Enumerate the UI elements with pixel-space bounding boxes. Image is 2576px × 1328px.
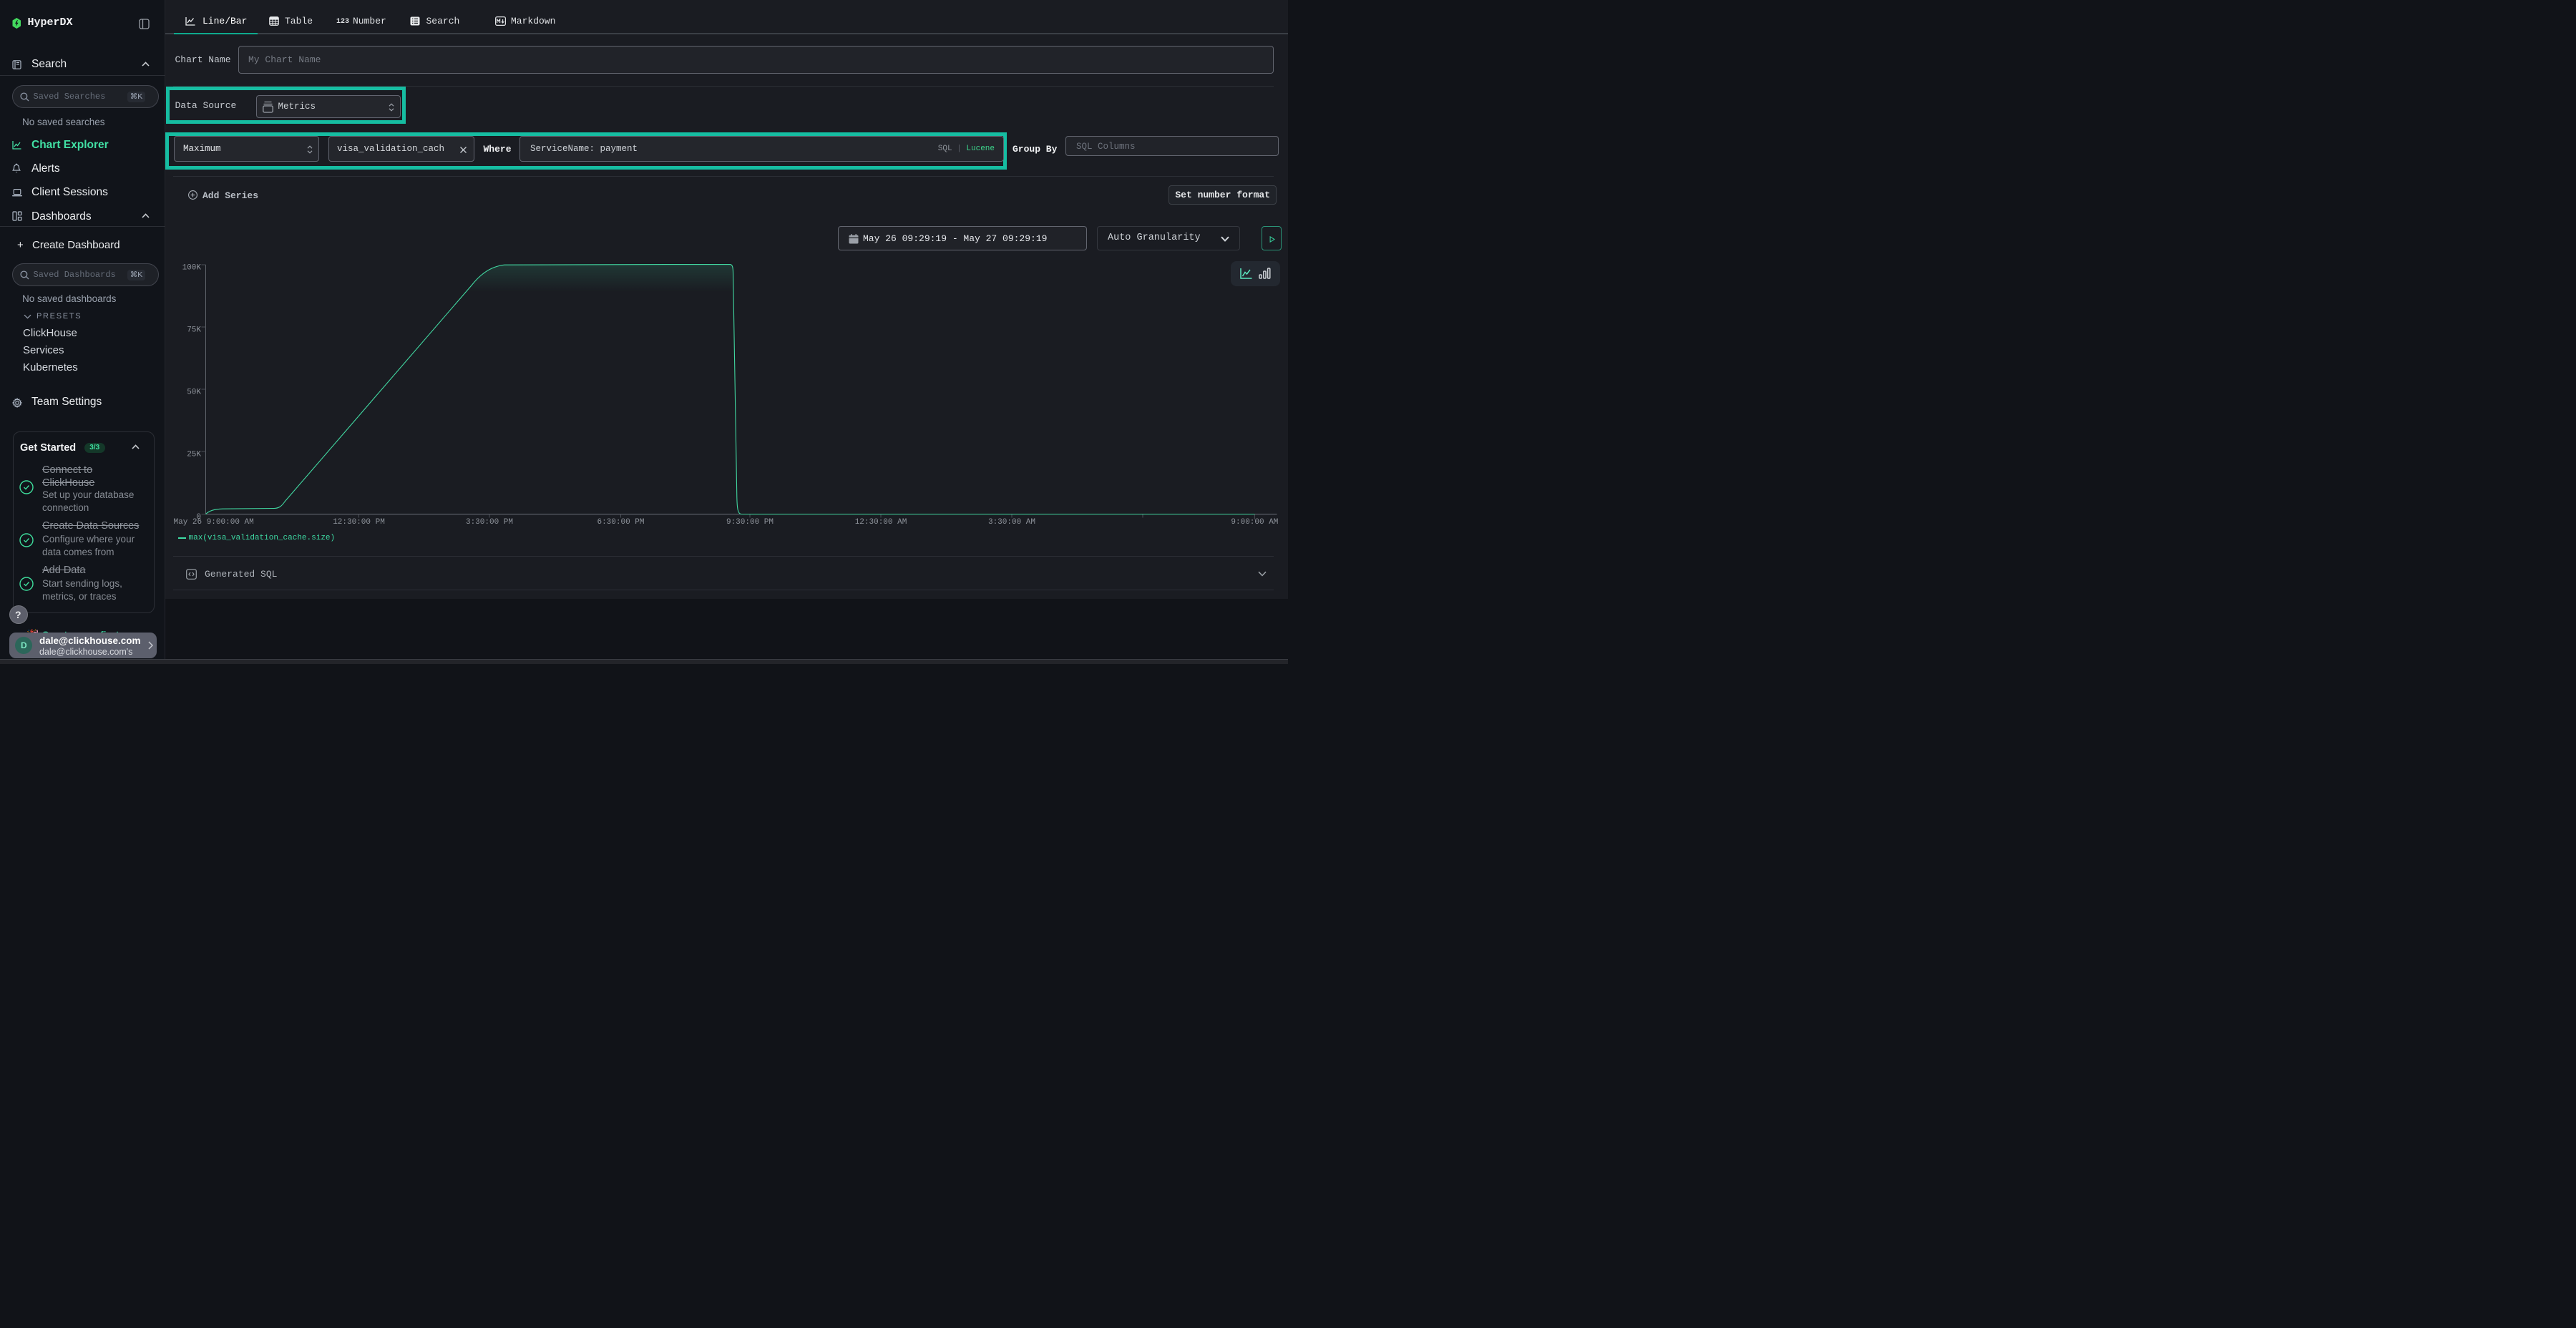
svg-text:9:30:00 PM: 9:30:00 PM — [726, 518, 774, 527]
svg-text:100K: 100K — [182, 264, 202, 273]
svg-text:12:30:00 PM: 12:30:00 PM — [333, 518, 385, 527]
svg-text:3:30:00 AM: 3:30:00 AM — [988, 518, 1035, 527]
svg-text:25K: 25K — [187, 451, 201, 459]
svg-text:75K: 75K — [187, 326, 201, 335]
svg-text:12:30:00 AM: 12:30:00 AM — [855, 518, 907, 527]
svg-text:6:30:00 PM: 6:30:00 PM — [597, 518, 644, 527]
svg-text:3:30:00 PM: 3:30:00 PM — [466, 518, 513, 527]
svg-text:May 26 9:00:00 AM: May 26 9:00:00 AM — [174, 518, 254, 527]
svg-text:50K: 50K — [187, 389, 201, 397]
svg-text:9:00:00 AM: 9:00:00 AM — [1231, 518, 1278, 527]
